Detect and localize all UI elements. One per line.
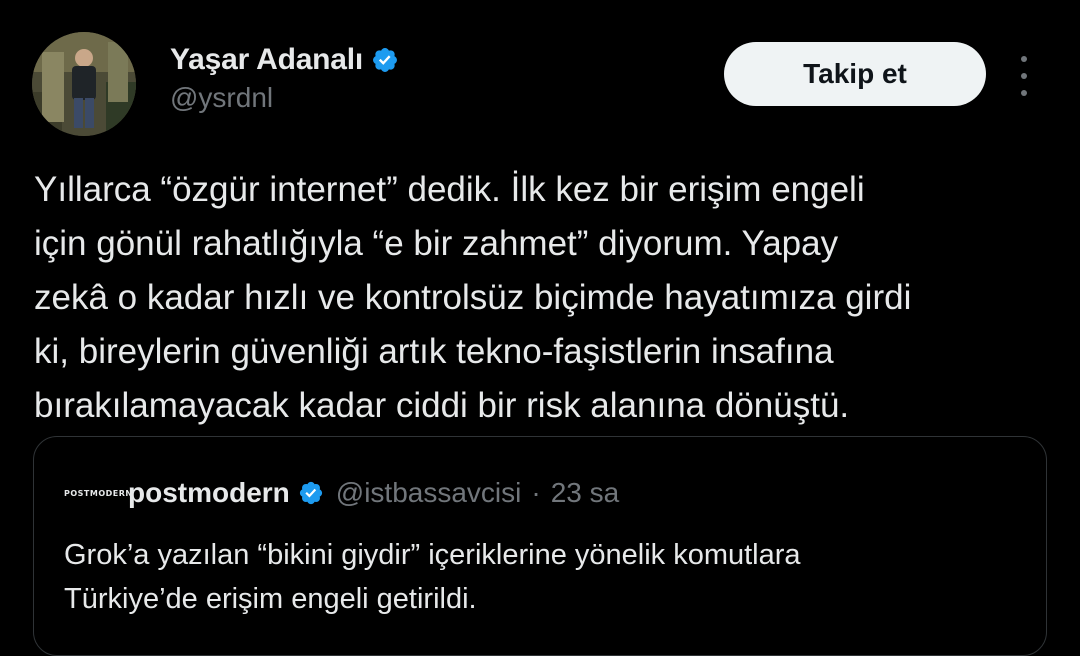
quoted-timestamp[interactable]: 23 sa — [551, 477, 620, 509]
avatar[interactable] — [32, 32, 136, 136]
quoted-tweet-text: Grok’a yazılan “bikini giydir” içerikler… — [64, 539, 801, 615]
separator: · — [531, 477, 541, 508]
verified-badge-icon — [298, 480, 324, 506]
dot — [1021, 73, 1027, 79]
author-handle[interactable]: @ysrdnl — [170, 82, 273, 114]
quoted-tweet[interactable]: POSTMODERN postmodern @istbassavcisi · 2… — [33, 436, 1047, 656]
follow-button[interactable]: Takip et — [724, 42, 986, 106]
author-display-name[interactable]: Yaşar Adanalı — [170, 43, 363, 77]
profile-photo — [32, 32, 136, 136]
verified-badge-icon[interactable] — [371, 46, 399, 74]
dot — [1021, 56, 1027, 62]
author-name-row: Yaşar Adanalı — [170, 40, 399, 80]
more-vertical-icon[interactable] — [1010, 56, 1038, 96]
quoted-avatar[interactable]: POSTMODERN — [64, 485, 132, 501]
quoted-display-name[interactable]: postmodern — [128, 477, 290, 509]
quoted-handle[interactable]: @istbassavcisi — [336, 477, 522, 509]
tweet-text: Yıllarca “özgür internet” dedik. İlk kez… — [34, 170, 912, 425]
dot — [1021, 90, 1027, 96]
quoted-tweet-header: POSTMODERN postmodern @istbassavcisi · 2… — [64, 473, 619, 513]
